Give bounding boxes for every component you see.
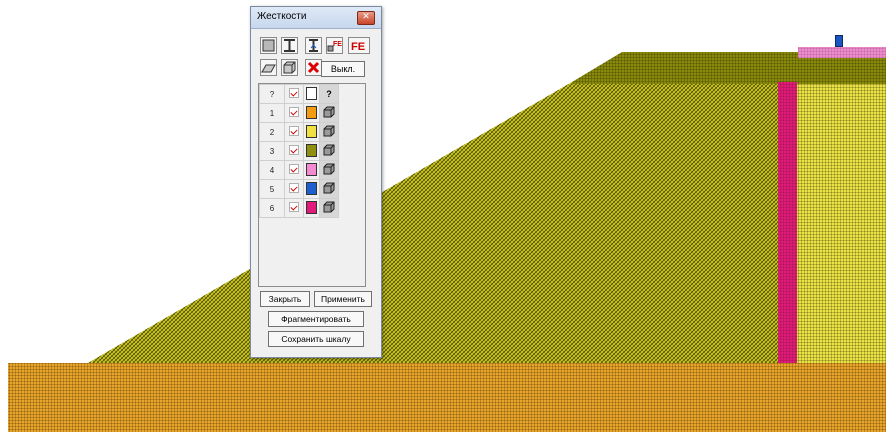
row-number: 5 (259, 179, 285, 199)
solid-type-icon[interactable] (319, 122, 339, 142)
stiffness-dialog: Жесткости ✕ FE FE Выкл. ? ? 1 2 3 4 5 6 … (250, 6, 382, 358)
close-icon[interactable]: ✕ (357, 11, 375, 25)
row-checkbox[interactable] (284, 122, 304, 142)
model-canvas[interactable] (0, 0, 886, 432)
header-color (303, 84, 320, 104)
table-row[interactable]: 3 (259, 141, 339, 161)
table-row[interactable]: 2 (259, 122, 339, 142)
header-type: ? (319, 84, 339, 104)
close-button[interactable]: Закрыть (260, 291, 310, 307)
row-checkbox[interactable] (284, 160, 304, 180)
fe-small-icon[interactable]: FE (326, 37, 343, 54)
row-color-swatch[interactable] (303, 160, 320, 180)
row-number: 6 (259, 198, 285, 218)
row-color-swatch[interactable] (303, 103, 320, 123)
delete-icon[interactable] (305, 59, 322, 76)
row-color-swatch[interactable] (303, 122, 320, 142)
row-number: 4 (259, 160, 285, 180)
solid-type-icon[interactable] (319, 179, 339, 199)
plate-stiffness-icon[interactable] (260, 37, 277, 54)
solid-icon[interactable] (281, 59, 298, 76)
solid-type-icon[interactable] (319, 141, 339, 161)
stiffness-table: ? ? 1 2 3 4 5 6 (258, 83, 366, 287)
off-button[interactable]: Выкл. (321, 61, 365, 77)
load-marker-icon (835, 35, 843, 47)
svg-text:FE: FE (333, 41, 342, 48)
table-header-row: ? ? (259, 84, 339, 104)
save-scale-button[interactable]: Сохранить шкалу (268, 331, 364, 347)
plane-icon[interactable] (260, 59, 277, 76)
row-checkbox[interactable] (284, 103, 304, 123)
solid-type-icon[interactable] (319, 160, 339, 180)
row-checkbox[interactable] (284, 141, 304, 161)
fragment-button[interactable]: Фрагментировать (268, 311, 364, 327)
solid-type-icon[interactable] (319, 198, 339, 218)
dialog-title: Жесткости (257, 11, 307, 22)
header-num: ? (259, 84, 285, 104)
beam-stiffness-icon[interactable] (281, 37, 298, 54)
row-color-swatch[interactable] (303, 179, 320, 199)
row-color-swatch[interactable] (303, 198, 320, 218)
row-number: 3 (259, 141, 285, 161)
table-row[interactable]: 1 (259, 103, 339, 123)
table-row[interactable]: 4 (259, 160, 339, 180)
fe-large-icon[interactable]: FE (348, 37, 370, 54)
row-checkbox[interactable] (284, 198, 304, 218)
row-number: 1 (259, 103, 285, 123)
solid-type-icon[interactable] (319, 103, 339, 123)
row-checkbox[interactable] (284, 179, 304, 199)
row-number: 2 (259, 122, 285, 142)
dialog-titlebar[interactable]: Жесткости ✕ (251, 7, 381, 29)
svg-text:FE: FE (351, 41, 365, 53)
table-row[interactable]: 5 (259, 179, 339, 199)
table-row[interactable]: 6 (259, 198, 339, 218)
row-color-swatch[interactable] (303, 141, 320, 161)
header-check[interactable] (284, 84, 304, 104)
column-stiffness-icon[interactable] (305, 37, 322, 54)
apply-button[interactable]: Применить (314, 291, 372, 307)
